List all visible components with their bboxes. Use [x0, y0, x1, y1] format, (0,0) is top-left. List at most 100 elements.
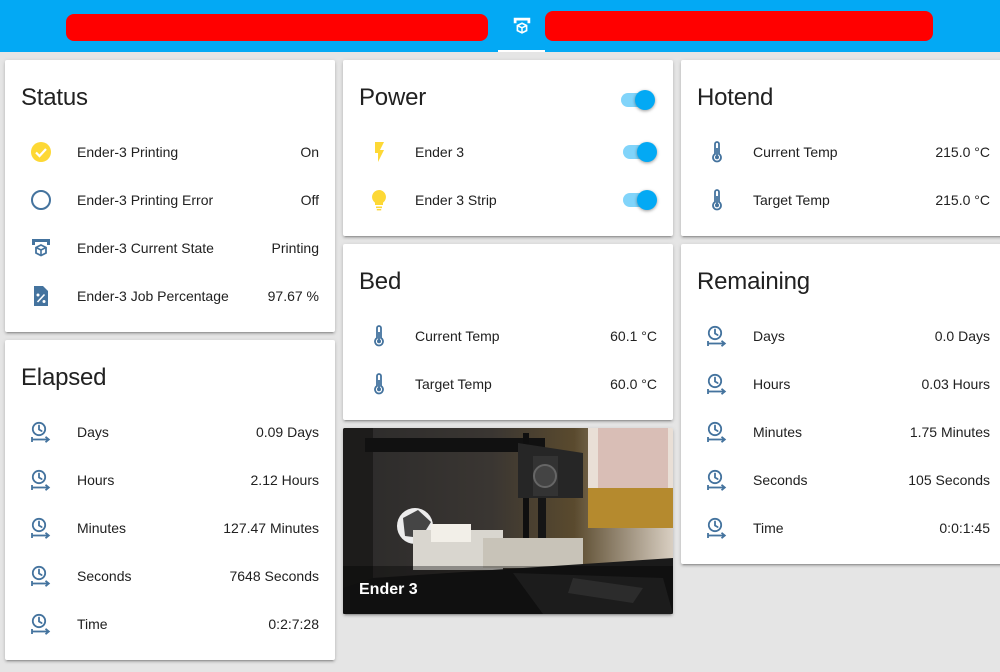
entity-row[interactable]: Target Temp 60.0 °C	[359, 364, 657, 404]
entity-name: Days	[753, 328, 785, 344]
entity-name: Seconds	[77, 568, 132, 584]
entity-row[interactable]: Days 0.0 Days	[697, 316, 990, 356]
entity-name: Ender-3 Printing Error	[77, 192, 214, 208]
entity-value: 0.09 Days	[255, 424, 319, 440]
entity-name: Time	[753, 520, 784, 536]
clock-end-icon	[21, 412, 61, 452]
entity-row[interactable]: Ender 3	[359, 132, 657, 172]
entity-toggle[interactable]	[621, 140, 657, 164]
entity-row[interactable]: Current Temp 215.0 °C	[697, 132, 990, 172]
entity-name: Target Temp	[753, 192, 830, 208]
hotend-card: Hotend Current Temp 215.0 °C Target Temp…	[681, 60, 1000, 236]
remaining-card: Remaining Days 0.0 Days Hours 0.03 Hours…	[681, 244, 1000, 564]
entity-name: Hours	[753, 376, 791, 392]
card-title: Hotend	[697, 84, 774, 111]
thermometer-icon	[697, 180, 737, 220]
entity-row[interactable]: Ender-3 Current State Printing	[21, 228, 319, 268]
entity-row[interactable]: Minutes 1.75 Minutes	[697, 412, 990, 452]
thermometer-icon	[697, 132, 737, 172]
clock-end-icon	[21, 508, 61, 548]
entity-value: 0.03 Hours	[921, 376, 990, 392]
clock-end-icon	[21, 556, 61, 596]
clock-end-icon	[21, 460, 61, 500]
tab-3d-printer[interactable]	[498, 0, 545, 52]
flash-icon	[359, 132, 399, 172]
entity-row[interactable]: Time 0:2:7:28	[21, 604, 319, 644]
entity-value: 105 Seconds	[908, 472, 990, 488]
entity-row[interactable]: Ender 3 Strip	[359, 180, 657, 220]
redacted-region	[66, 14, 488, 41]
bed-card: Bed Current Temp 60.1 °C Target Temp 60.…	[343, 244, 673, 420]
entity-value: 0.0 Days	[934, 328, 990, 344]
card-title: Elapsed	[21, 364, 107, 391]
entity-name: Target Temp	[415, 376, 492, 392]
redacted-region	[545, 11, 933, 41]
entity-name: Current Temp	[753, 144, 838, 160]
entity-name: Seconds	[753, 472, 808, 488]
entity-row[interactable]: Ender-3 Printing On	[21, 132, 319, 172]
entity-name: Hours	[77, 472, 115, 488]
thermometer-icon	[359, 316, 399, 356]
clock-end-icon	[697, 412, 737, 452]
entity-row[interactable]: Seconds 7648 Seconds	[21, 556, 319, 596]
entity-value: 97.67 %	[267, 288, 319, 304]
entity-name: Minutes	[77, 520, 127, 536]
entity-row[interactable]: Hours 2.12 Hours	[21, 460, 319, 500]
file-percent-icon	[21, 276, 61, 316]
lightbulb-icon	[359, 180, 399, 220]
entity-value: 7648 Seconds	[229, 568, 319, 584]
entity-value: On	[300, 144, 319, 160]
card-title: Bed	[359, 268, 402, 295]
clock-end-icon	[21, 604, 61, 644]
entity-value: 215.0 °C	[935, 192, 990, 208]
entity-row[interactable]: Target Temp 215.0 °C	[697, 180, 990, 220]
entity-name: Current Temp	[415, 328, 500, 344]
entity-name: Days	[77, 424, 109, 440]
check-circle-icon	[21, 132, 61, 172]
master-toggle[interactable]	[619, 88, 655, 112]
entity-row[interactable]: Hours 0.03 Hours	[697, 364, 990, 404]
entity-value: 0:0:1:45	[939, 520, 990, 536]
entity-row[interactable]: Current Temp 60.1 °C	[359, 316, 657, 356]
entity-value: 2.12 Hours	[250, 472, 319, 488]
clock-end-icon	[697, 316, 737, 356]
entity-value: 0:2:7:28	[268, 616, 319, 632]
entity-value: Printing	[271, 240, 319, 256]
card-title: Status	[21, 84, 88, 111]
circle-outline-icon	[21, 180, 61, 220]
camera-caption: Ender 3	[343, 566, 673, 614]
thermometer-icon	[359, 364, 399, 404]
entity-row[interactable]: Time 0:0:1:45	[697, 508, 990, 548]
camera-card[interactable]: Ender 3	[343, 428, 673, 614]
entity-name: Ender 3	[415, 144, 465, 160]
power-card: Power Ender 3 Ender 3 Strip	[343, 60, 673, 236]
entity-row[interactable]: Seconds 105 Seconds	[697, 460, 990, 500]
elapsed-card: Elapsed Days 0.09 Days Hours 2.12 Hours …	[5, 340, 335, 660]
entity-value: 1.75 Minutes	[909, 424, 990, 440]
entity-row[interactable]: Days 0.09 Days	[21, 412, 319, 452]
entity-name: Ender-3 Printing	[77, 144, 179, 160]
entity-row[interactable]: Minutes 127.47 Minutes	[21, 508, 319, 548]
entity-value: 127.47 Minutes	[223, 520, 319, 536]
card-title: Power	[359, 84, 427, 111]
entity-name: Ender 3 Strip	[415, 192, 497, 208]
entity-row[interactable]: Ender-3 Job Percentage 97.67 %	[21, 276, 319, 316]
entity-value: Off	[300, 192, 319, 208]
clock-end-icon	[697, 460, 737, 500]
card-title: Remaining	[697, 268, 810, 295]
entity-name: Ender-3 Job Percentage	[77, 288, 229, 304]
top-toolbar	[0, 0, 1000, 52]
printer-3d-icon	[21, 228, 61, 268]
entity-value: 215.0 °C	[935, 144, 990, 160]
entity-row[interactable]: Ender-3 Printing Error Off	[21, 180, 319, 220]
entity-value: 60.0 °C	[610, 376, 657, 392]
entity-name: Minutes	[753, 424, 803, 440]
entity-value: 60.1 °C	[610, 328, 657, 344]
clock-end-icon	[697, 508, 737, 548]
entity-name: Time	[77, 616, 108, 632]
entity-name: Ender-3 Current State	[77, 240, 214, 256]
printer-3d-icon	[513, 17, 530, 34]
clock-end-icon	[697, 364, 737, 404]
status-card: Status Ender-3 Printing On Ender-3 Print…	[5, 60, 335, 332]
entity-toggle[interactable]	[621, 188, 657, 212]
